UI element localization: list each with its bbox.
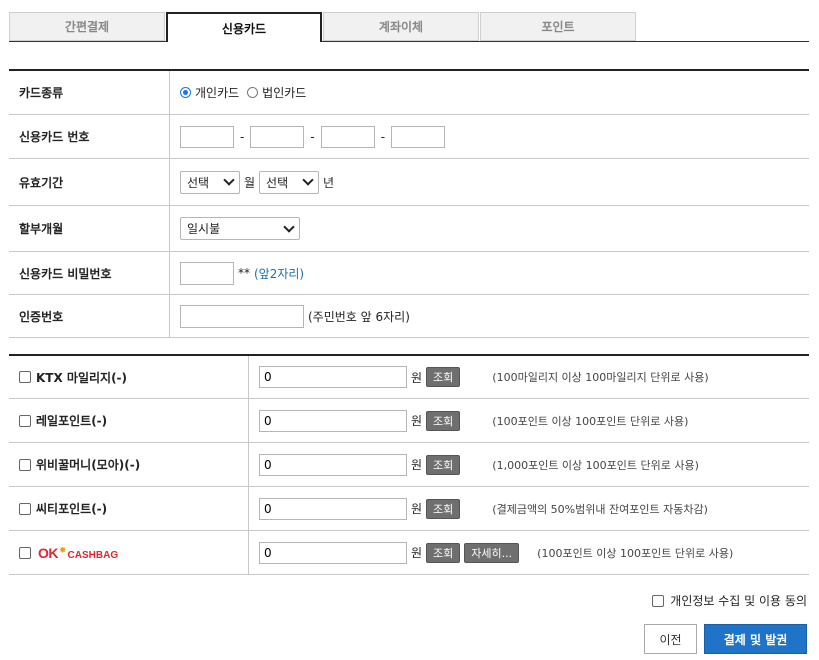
ok-cashbag-logo: OK ✸ CASHBAG [38, 545, 118, 561]
month-unit: 월 [244, 175, 256, 190]
point-row: KTX 마일리지(-) 원 조회 (100마일리지 이상 100마일리지 단위로… [9, 356, 809, 399]
prev-button[interactable]: 이전 [644, 624, 697, 654]
installment-row: 할부개월 일시불 [9, 206, 809, 252]
card-number-input-3[interactable] [320, 125, 375, 148]
ok-cashbag-logo-text: CASHBAG [67, 549, 119, 561]
password-hint: (앞2자리) [254, 266, 305, 281]
corporate-card-radio[interactable] [247, 87, 259, 98]
chevron-down-icon [302, 174, 314, 186]
expiry-year-select[interactable]: 선택 [259, 170, 320, 194]
card-number-row: 신용카드 번호 - - - [9, 115, 809, 159]
corporate-card-label: 법인카드 [262, 86, 307, 100]
unit-label: 원 [411, 546, 423, 560]
citi-point-checkbox[interactable] [19, 502, 31, 515]
card-number-input-1[interactable] [180, 125, 234, 148]
points-form: KTX 마일리지(-) 원 조회 (100마일리지 이상 100마일리지 단위로… [9, 354, 809, 575]
point-row: 씨티포인트(-) 원 조회 (결제금액의 50%범위내 잔여포인트 자동차감) [9, 487, 809, 531]
point-row: OK ✸ CASHBAG 원 조회 자세히... (100포인트 이상 100포… [9, 531, 809, 575]
tab-bank-transfer[interactable]: 계좌이체 [323, 12, 479, 41]
personal-card-radio[interactable] [180, 87, 191, 98]
point-row: 레일포인트(-) 원 조회 (100포인트 이상 100포인트 단위로 사용) [9, 399, 809, 443]
wibee-money-input[interactable] [259, 453, 407, 476]
card-number-separator: - [310, 129, 315, 144]
expiry-row: 유효기간 선택 월 선택 년 [9, 159, 809, 206]
ok-cashbag-note: (100포인트 이상 100포인트 단위로 사용) [537, 546, 734, 560]
tab-credit-card[interactable]: 신용카드 [166, 12, 322, 42]
ktx-mileage-label: KTX 마일리지(-) [36, 370, 128, 385]
rail-point-checkbox[interactable] [19, 414, 31, 427]
card-number-separator: - [380, 129, 386, 144]
tab-points[interactable]: 포인트 [480, 12, 636, 41]
citi-note: (결제금액의 50%범위내 잔여포인트 자동차감) [492, 502, 708, 516]
citi-lookup-button[interactable]: 조회 [426, 498, 461, 519]
ktx-mileage-checkbox[interactable] [19, 371, 31, 383]
wibee-money-checkbox[interactable] [19, 458, 31, 471]
unit-label: 원 [411, 414, 423, 428]
password-label: 신용카드 비밀번호 [9, 252, 170, 294]
unit-label: 원 [411, 502, 423, 516]
ktx-lookup-button[interactable]: 조회 [426, 367, 461, 387]
card-type-label: 카드종류 [9, 71, 170, 114]
card-form: 카드종류 개인카드 법인카드 신용카드 번호 - - - 유효기간 선택 월 선… [9, 69, 809, 338]
auth-label: 인증번호 [9, 295, 170, 337]
ok-cashbag-detail-button[interactable]: 자세히... [464, 542, 520, 563]
rail-point-label: 레일포인트(-) [36, 414, 108, 428]
expiry-year-value: 선택 [266, 175, 289, 190]
ktx-mileage-input[interactable] [259, 366, 407, 388]
expiry-label: 유효기간 [9, 159, 170, 205]
tabs-divider [9, 41, 809, 42]
auth-row: 인증번호 (주민번호 앞 6자리) [9, 295, 809, 338]
unit-label: 원 [411, 370, 423, 385]
password-input[interactable] [180, 261, 234, 285]
expiry-month-value: 선택 [187, 175, 210, 190]
password-mask: ** [238, 266, 250, 280]
citi-point-input[interactable] [259, 497, 407, 520]
citi-point-label: 씨티포인트(-) [36, 502, 108, 516]
consent-label: 개인정보 수집 및 이용 동의 [670, 594, 807, 608]
card-number-input-2[interactable] [250, 125, 305, 148]
auth-input[interactable] [180, 304, 304, 328]
wibee-lookup-button[interactable]: 조회 [426, 454, 461, 475]
chevron-down-icon [223, 174, 235, 186]
ok-cashbag-checkbox[interactable] [19, 546, 31, 559]
rail-point-input[interactable] [259, 409, 407, 432]
auth-hint: (주민번호 앞 6자리) [308, 309, 410, 324]
point-row: 위비꿀머니(모아)(-) 원 조회 (1,000포인트 이상 100포인트 단위… [9, 443, 809, 487]
installment-label: 할부개월 [9, 206, 170, 251]
card-number-separator: - [240, 129, 245, 144]
ok-cashbag-star-icon: ✸ [59, 545, 67, 556]
ok-cashbag-input[interactable] [259, 541, 407, 564]
expiry-month-select[interactable]: 선택 [180, 170, 240, 194]
wibee-note: (1,000포인트 이상 100포인트 단위로 사용) [492, 458, 699, 472]
consent-checkbox[interactable] [652, 594, 665, 607]
wibee-money-label: 위비꿀머니(모아)(-) [36, 458, 141, 472]
payment-tabs: 간편결제 신용카드 계좌이체 포인트 [9, 12, 809, 42]
pay-and-issue-button[interactable]: 결제 및 발권 [704, 624, 807, 654]
installment-select[interactable]: 일시불 [180, 217, 300, 240]
card-number-label: 신용카드 번호 [9, 115, 170, 158]
rail-lookup-button[interactable]: 조회 [426, 410, 461, 431]
rail-note: (100포인트 이상 100포인트 단위로 사용) [492, 414, 689, 428]
password-row: 신용카드 비밀번호 ** (앞2자리) [9, 252, 809, 295]
tab-simple-pay[interactable]: 간편결제 [9, 12, 165, 41]
year-unit: 년 [323, 175, 335, 190]
installment-value: 일시불 [187, 222, 221, 236]
card-number-input-4[interactable] [391, 125, 446, 148]
unit-label: 원 [411, 458, 423, 472]
chevron-down-icon [283, 220, 295, 233]
consent: 개인정보 수집 및 이용 동의 [652, 592, 807, 609]
card-type-row: 카드종류 개인카드 법인카드 [9, 71, 809, 115]
ktx-note: (100마일리지 이상 100마일리지 단위로 사용) [492, 371, 709, 384]
personal-card-label: 개인카드 [195, 86, 240, 100]
ok-cashbag-lookup-button[interactable]: 조회 [426, 542, 461, 563]
ok-cashbag-logo-ok: OK [38, 544, 59, 561]
